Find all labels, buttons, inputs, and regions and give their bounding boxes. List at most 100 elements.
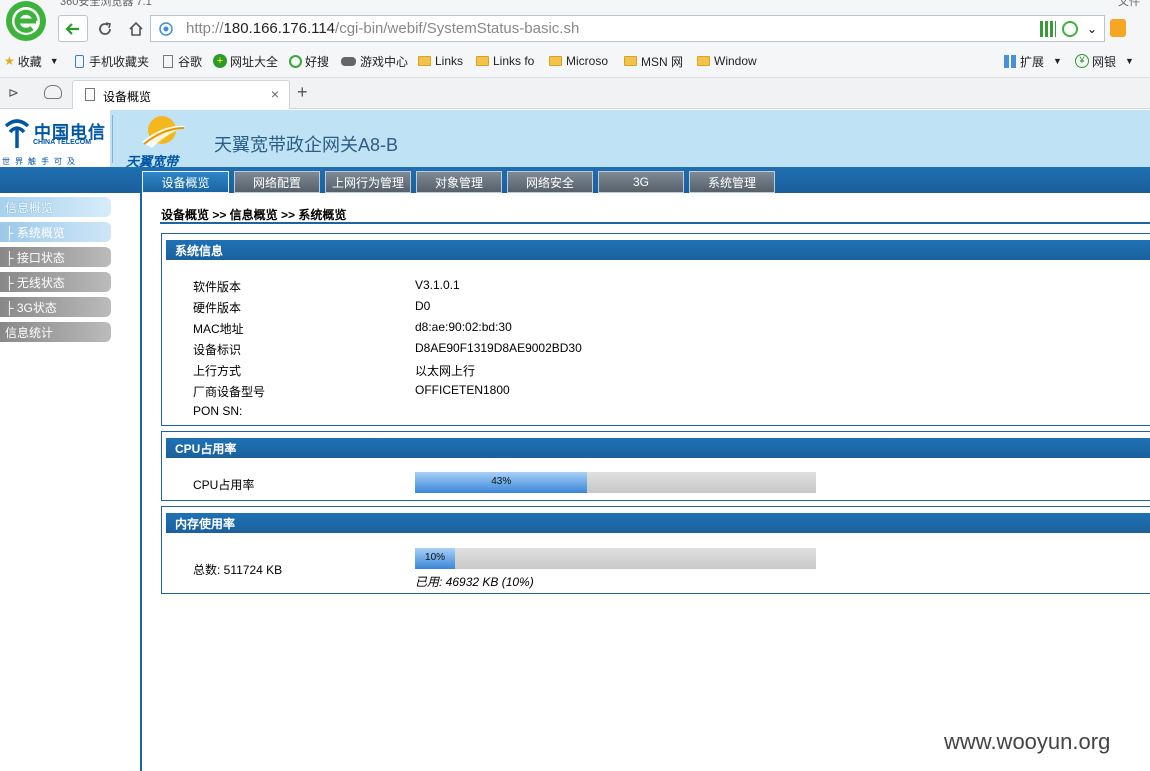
sidebar-item-info-overview[interactable]: 信息概览 (0, 197, 111, 217)
url-prefix: http:// (186, 20, 224, 37)
folder-icon (697, 56, 710, 66)
sidebar-item-label: 信息统计 (5, 325, 54, 340)
tianyi-swoosh-icon (142, 116, 186, 148)
tab-system-management[interactable]: 系统管理 (689, 171, 775, 193)
qr-code-icon[interactable] (1040, 21, 1056, 37)
folder-icon (476, 56, 489, 66)
china-telecom-slogan: 世界触手可及 (2, 157, 80, 166)
bookmark-label: MSN 网 (641, 54, 684, 69)
mac-address-value: d8:ae:90:02:bd:30 (415, 320, 512, 334)
sidebar-item-wireless-status[interactable]: ├ 无线状态 (0, 272, 111, 292)
bookmark-haosou[interactable]: 好搜 (289, 53, 329, 69)
sidebar-item-interface-status[interactable]: ├ 接口状态 (0, 247, 111, 267)
bookmark-label: 扩展 (1020, 54, 1045, 69)
bookmark-windows[interactable]: Window (697, 53, 757, 69)
chevron-down-icon: ▼ (49, 56, 59, 66)
new-tab-button[interactable]: + (297, 82, 308, 103)
phone-icon (75, 54, 84, 68)
row-label: 软件版本 (193, 280, 242, 294)
bookmark-label: Window (714, 54, 757, 68)
memory-usage-percent: 10% (425, 552, 446, 563)
address-bar[interactable]: http://180.166.176.114/cgi-bin/webif/Sys… (150, 15, 1105, 42)
panel-title: CPU占用率 (166, 438, 1150, 458)
memory-usage-bar: 10% (415, 548, 816, 569)
chevron-down-icon[interactable]: ⌄ (1084, 21, 1100, 37)
online-banking-button[interactable]: ¥ 网银 ▼ (1075, 53, 1134, 69)
sidebar-item-label: ├ 接口状态 (5, 250, 65, 265)
tab-behavior-management[interactable]: 上网行为管理 (325, 171, 411, 193)
main-nav: 设备概览 网络配置 上网行为管理 对象管理 网络安全 3G 系统管理 (0, 167, 1150, 193)
bookmark-label: 收藏 (17, 54, 42, 69)
panel-title: 系统信息 (166, 240, 1150, 260)
tab-network-security[interactable]: 网络安全 (507, 171, 593, 193)
tab-object-management[interactable]: 对象管理 (416, 171, 502, 193)
panel-title: 内存使用率 (166, 513, 1150, 533)
home-button[interactable] (124, 17, 148, 41)
file-menu[interactable]: 文件 (1118, 0, 1140, 9)
sidebar-item-label: ├ 无线状态 (5, 275, 65, 290)
cpu-usage-percent: 43% (491, 476, 512, 487)
chevron-down-icon: ▼ (1053, 56, 1062, 66)
back-button[interactable] (58, 15, 88, 42)
extension-icon[interactable] (1110, 19, 1126, 37)
row-label: PON SN: (193, 404, 243, 418)
bookmark-google[interactable]: 谷歌 (163, 53, 202, 69)
bookmark-msn[interactable]: MSN 网 (624, 53, 683, 69)
bookmark-hao[interactable]: + 网址大全 (213, 53, 278, 69)
breadcrumb: 设备概览 >> 信息概览 >> 系统概览 (161, 208, 347, 222)
row-label: MAC地址 (193, 322, 244, 336)
gamepad-icon (341, 56, 356, 66)
row-label: 设备标识 (193, 343, 242, 357)
bookmark-links-fo[interactable]: Links fo (476, 53, 534, 69)
reload-button[interactable] (93, 17, 117, 41)
memory-panel: 内存使用率 总数: 511724 KB 10% 已用: 46932 KB (10… (161, 506, 1150, 594)
plus-circle-icon: + (213, 54, 227, 68)
globe-icon (159, 22, 173, 36)
bookmark-games[interactable]: 游戏中心 (341, 53, 408, 69)
sidebar-item-label: ├ 系统概览 (5, 225, 65, 240)
tab-network-config[interactable]: 网络配置 (234, 171, 320, 193)
grid-icon (1004, 54, 1017, 68)
bookmark-favorites[interactable]: ★ 收藏 ▼ (4, 53, 59, 69)
hardware-version-value: D0 (415, 299, 431, 313)
cpu-label: CPU占用率 (193, 478, 255, 492)
system-info-panel: 系统信息 软件版本 V3.1.0.1 硬件版本 D0 MAC地址 d8:ae:9… (161, 233, 1150, 426)
header-divider (112, 115, 113, 163)
bookmark-links[interactable]: Links (418, 53, 463, 69)
tab-bar: ⊳ 设备概览 × + (0, 78, 1150, 109)
sidebar-toggle-icon[interactable]: ⊳ (8, 85, 19, 101)
cloud-icon[interactable] (44, 85, 62, 99)
url-path: /cgi-bin/webif/SystemStatus-basic.sh (335, 20, 580, 37)
bookmark-label: 网银 (1092, 54, 1117, 69)
ie-mode-icon[interactable] (1062, 21, 1078, 37)
sidebar-item-info-statistics[interactable]: 信息统计 (0, 322, 111, 342)
breadcrumb-divider (160, 222, 1150, 224)
row-label: 硬件版本 (193, 301, 242, 315)
bookmark-label: 手机收藏夹 (89, 54, 150, 69)
bookmark-label: 好搜 (305, 54, 330, 69)
chevron-down-icon: ▼ (1125, 56, 1134, 66)
bookmark-microsoft[interactable]: Microso (549, 53, 608, 69)
extensions-button[interactable]: 扩展 ▼ (1004, 53, 1062, 69)
watermark: www.wooyun.org (944, 729, 1111, 754)
tab-label: 设备概览 (103, 90, 152, 104)
vendor-model-value: OFFICETEN1800 (415, 383, 510, 397)
url-text[interactable]: http://180.166.176.114/cgi-bin/webif/Sys… (186, 20, 579, 37)
folder-icon (549, 56, 562, 66)
row-label: 上行方式 (193, 364, 242, 378)
sidebar-item-label: 信息概览 (5, 200, 54, 215)
tab-device-overview[interactable]: 设备概览 (142, 171, 229, 193)
sidebar-item-system-overview[interactable]: ├ 系统概览 (0, 222, 111, 242)
memory-used: 已用: 46932 KB (10%) (415, 575, 534, 589)
tab-active[interactable]: 设备概览 × (72, 80, 290, 109)
search-icon (289, 54, 302, 68)
bookmark-mobile[interactable]: 手机收藏夹 (75, 53, 149, 69)
sidebar-item-3g-status[interactable]: ├ 3G状态 (0, 297, 111, 317)
close-icon[interactable]: × (271, 86, 279, 102)
bookmark-label: Links fo (493, 54, 535, 68)
folder-icon (624, 56, 637, 66)
bookmarks-bar: ★ 收藏 ▼ 手机收藏夹 谷歌 + 网址大全 好搜 游戏中心 Links Links … (0, 44, 1150, 78)
device-title: 天翼宽带政企网关A8-B (214, 135, 399, 155)
tab-3g[interactable]: 3G (598, 171, 684, 193)
bookmark-label: 谷歌 (178, 54, 203, 69)
